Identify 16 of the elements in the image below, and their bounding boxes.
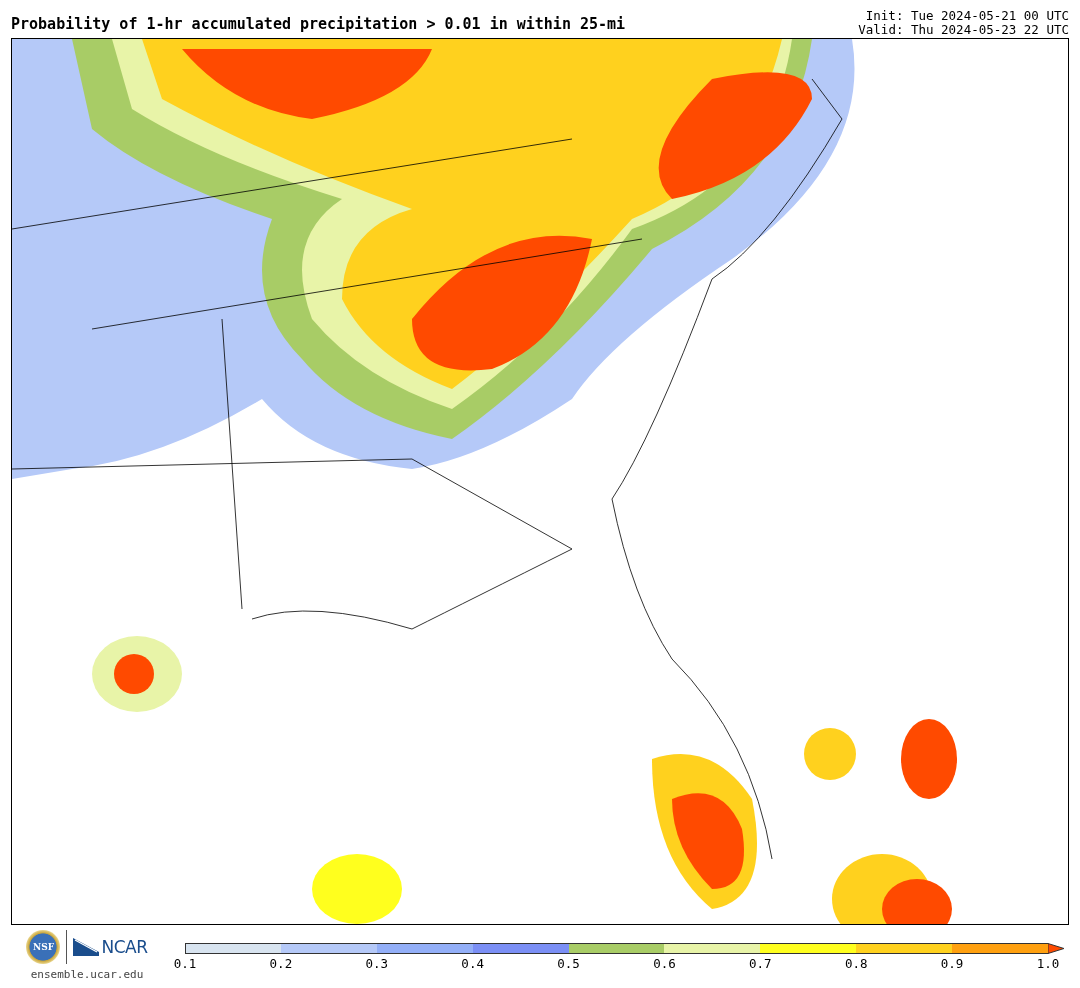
colorbar-tick-label: 0.4 bbox=[461, 956, 484, 971]
colorbar-tick-label: 0.5 bbox=[557, 956, 580, 971]
colorbar-tick-label: 0.2 bbox=[269, 956, 293, 971]
run-time-text: Init: Tue 2024-05-21 00 UTC bbox=[865, 9, 1069, 23]
colorbar-tick-label: 0.1 bbox=[173, 956, 197, 971]
seal-logo: NSF bbox=[26, 930, 61, 964]
colorbar-tick-label: 0.3 bbox=[365, 956, 389, 971]
run-time-text: Valid: Thu 2024-05-23 22 UTC bbox=[858, 23, 1069, 37]
colorbar-tick-label: 0.8 bbox=[844, 956, 868, 971]
colorbar-tick-label: 0.9 bbox=[940, 956, 964, 971]
colorbar-tick-label: 1.0 bbox=[1036, 956, 1060, 971]
wordmark-logo: NCAR bbox=[73, 937, 148, 957]
colorbar-tick-label: 0.6 bbox=[653, 956, 676, 971]
website-text: ensemble.ucar.edu bbox=[30, 968, 144, 981]
chart-title: Probability of 1-hr accumulated precipitation > 0.01 in within 25-mi bbox=[11, 15, 626, 35]
colorbar-tick-label: 0.7 bbox=[749, 956, 772, 971]
